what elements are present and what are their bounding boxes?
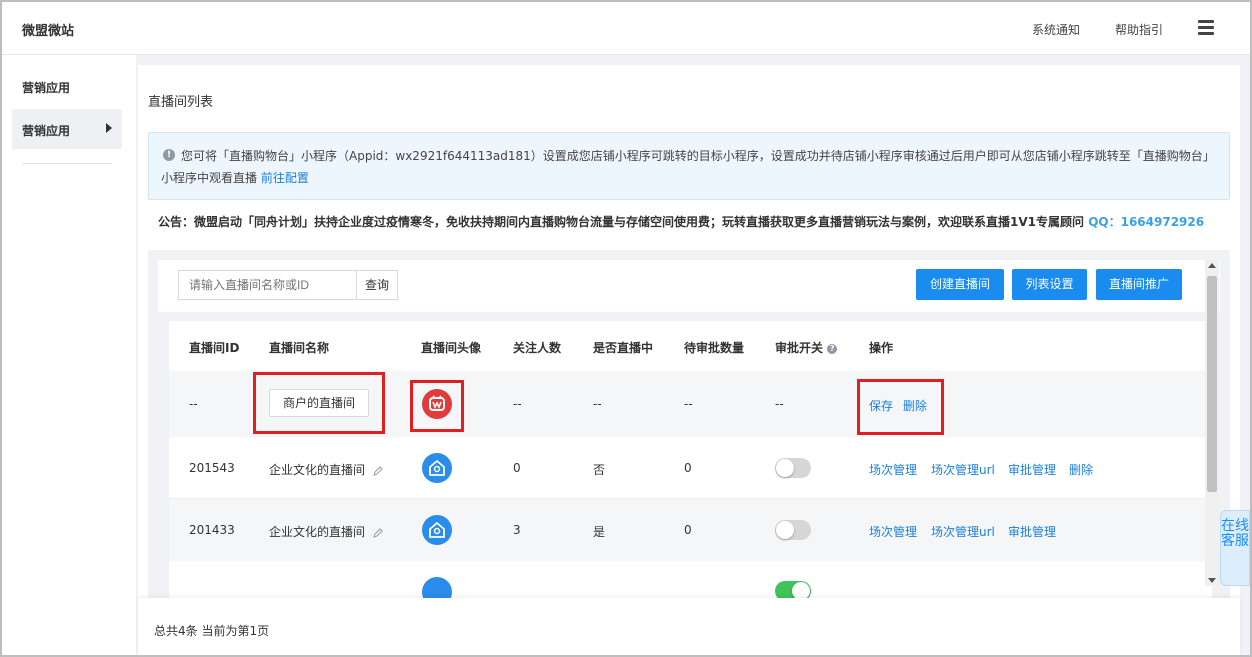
live-room-name: 企业文化的直播间 <box>269 463 366 477</box>
configure-link[interactable]: 前往配置 <box>261 171 309 185</box>
col-header-is-live: 是否直播中 <box>593 341 654 355</box>
approval-manage-link[interactable]: 审批管理 <box>1008 523 1056 540</box>
search-button[interactable]: 查询 <box>356 270 398 300</box>
table-row: 201543 企业文化的直播间 0 否 0 场次管理 场次管理url 审批管理 <box>169 437 1212 499</box>
cell-is-live: 否 <box>593 463 606 477</box>
page-title: 直播间列表 <box>148 95 214 110</box>
cell-name: 企业文化的直播间 <box>269 523 383 540</box>
scroll-up-icon[interactable] <box>1208 263 1216 268</box>
list-settings-button[interactable]: 列表设置 <box>1012 269 1087 300</box>
live-room-promote-button[interactable]: 直播间推广 <box>1096 269 1182 300</box>
main-panel: 直播间列表 ! 您可将「直播购物台」小程序（Appid：wx2921f64411… <box>138 65 1240 655</box>
upload-avatar-icon[interactable] <box>422 389 452 419</box>
col-header-followers: 关注人数 <box>513 341 562 355</box>
pagination-footer: 总共4条 当前为第1页 <box>138 598 1240 655</box>
help-icon[interactable]: ? <box>827 343 838 354</box>
col-header-actions: 操作 <box>869 341 894 355</box>
table-row: 201433 企业文化的直播间 3 是 0 场次管理 场次管理url 审批管理 <box>169 499 1212 561</box>
create-live-room-button[interactable]: 创建直播间 <box>916 269 1004 300</box>
table-header: 直播间ID 直播间名称 直播间头像 关注人数 是否直播中 待审批数量 审批开关 … <box>169 321 1212 371</box>
delete-button[interactable]: 删除 <box>903 397 927 414</box>
approval-manage-link[interactable]: 审批管理 <box>1008 461 1056 478</box>
col-header-name: 直播间名称 <box>269 341 330 355</box>
session-manage-url-link[interactable]: 场次管理url <box>931 523 995 540</box>
col-header-id: 直播间ID <box>189 341 240 355</box>
sidebar-item-marketing[interactable]: 营销应用 <box>12 109 122 149</box>
caret-right-icon <box>106 123 112 133</box>
live-room-name-input[interactable]: 商户的直播间 <box>269 389 369 417</box>
delete-button[interactable]: 删除 <box>1069 461 1093 478</box>
cell-pending: 0 <box>684 461 692 475</box>
save-button[interactable]: 保存 <box>869 397 893 414</box>
edit-icon[interactable] <box>373 465 383 476</box>
cell-is-live: 是 <box>593 525 606 539</box>
sidebar-divider <box>22 163 112 164</box>
cell-pending: -- <box>684 397 693 411</box>
brand-logo-text: 微盟微站 <box>22 24 75 39</box>
scroll-thumb[interactable] <box>1207 276 1217 492</box>
qq-contact[interactable]: QQ：1664972926 <box>1088 215 1204 229</box>
online-support-tab[interactable]: 在线客服 <box>1220 510 1250 586</box>
list-container: 查询 创建直播间 列表设置 直播间推广 直播间ID 直播间名称 直播间头像 关注… <box>148 250 1230 655</box>
session-manage-url-link[interactable]: 场次管理url <box>931 461 995 478</box>
vertical-scrollbar[interactable] <box>1205 260 1219 586</box>
pagination-summary: 总共4条 当前为第1页 <box>154 624 270 638</box>
table-row: -- 商户的直播间 -- -- -- -- 保存 删除 <box>169 371 1212 437</box>
hamburger-menu-icon[interactable] <box>1198 20 1214 35</box>
cell-is-live: -- <box>593 397 602 411</box>
notice-body: 您可将「直播购物台」小程序（Appid：wx2921f644113ad181）设… <box>161 149 1215 185</box>
sidebar-item-label: 营销应用 <box>22 124 71 138</box>
app-frame: 微盟微站 系统通知 帮助指引 营销应用 营销应用 直播间列表 ! 您可将「直播购… <box>0 0 1252 657</box>
announcement: 公告：微盟启动「同舟计划」扶持企业度过疫情寒冬，免收扶持期间内直播购物台流量与存… <box>158 213 1204 230</box>
search-input[interactable] <box>178 270 356 300</box>
top-bar: 微盟微站 系统通知 帮助指引 <box>2 2 1250 55</box>
col-header-avatar: 直播间头像 <box>421 341 482 355</box>
live-room-name: 企业文化的直播间 <box>269 525 366 539</box>
help-guide-link[interactable]: 帮助指引 <box>1115 21 1163 38</box>
session-manage-link[interactable]: 场次管理 <box>869 461 917 478</box>
cell-name: 企业文化的直播间 <box>269 461 383 478</box>
cell-id: 201433 <box>189 523 235 537</box>
info-notice: ! 您可将「直播购物台」小程序（Appid：wx2921f644113ad181… <box>148 132 1230 200</box>
approval-toggle[interactable] <box>775 520 811 540</box>
system-notifications-link[interactable]: 系统通知 <box>1032 21 1080 38</box>
cell-followers: 0 <box>513 461 521 475</box>
sidebar-heading: 营销应用 <box>22 81 71 95</box>
live-room-avatar-icon <box>422 515 452 545</box>
live-room-avatar-icon <box>422 453 452 483</box>
col-header-approval-switch: 审批开关 ? <box>775 339 838 356</box>
approval-toggle[interactable] <box>775 458 811 478</box>
approval-switch-label: 审批开关 <box>775 341 824 355</box>
cell-followers: -- <box>513 397 522 411</box>
edit-icon[interactable] <box>373 527 383 538</box>
session-manage-link[interactable]: 场次管理 <box>869 523 917 540</box>
notice-text: 您可将「直播购物台」小程序（Appid：wx2921f644113ad181）设… <box>161 145 1221 189</box>
cell-pending: 0 <box>684 523 692 537</box>
cell-id: 201543 <box>189 461 235 475</box>
cell-id: -- <box>189 397 198 411</box>
scroll-down-icon[interactable] <box>1208 578 1216 583</box>
cell-followers: 3 <box>513 523 521 537</box>
announcement-text: 公告：微盟启动「同舟计划」扶持企业度过疫情寒冬，免收扶持期间内直播购物台流量与存… <box>158 215 1084 229</box>
col-header-pending: 待审批数量 <box>684 341 745 355</box>
sidebar: 营销应用 营销应用 <box>2 55 136 655</box>
cell-switch: -- <box>775 397 784 411</box>
